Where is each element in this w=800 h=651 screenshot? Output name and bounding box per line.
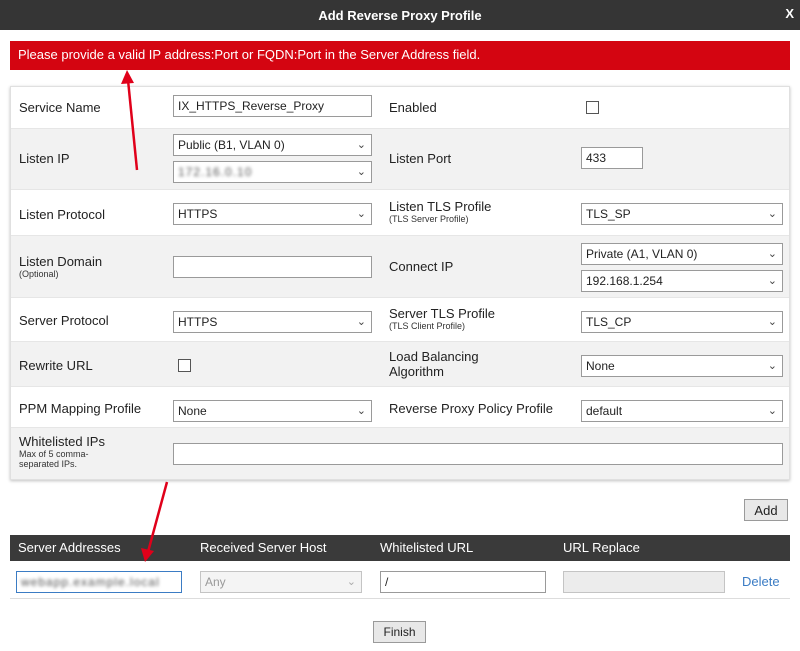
ppm-mapping-value: None bbox=[178, 404, 207, 418]
server-protocol-value: HTTPS bbox=[178, 315, 218, 329]
policy-profile-value: default bbox=[586, 404, 623, 418]
rewrite-url-label: Rewrite URL bbox=[19, 358, 93, 373]
enabled-checkbox[interactable] bbox=[586, 101, 599, 114]
form-row-listen-domain: Listen Domain (Optional) Connect IP Priv… bbox=[11, 236, 789, 298]
add-server-button[interactable]: Add bbox=[744, 499, 788, 521]
service-name-label: Service Name bbox=[19, 100, 101, 115]
policy-profile-label: Reverse Proxy Policy Profile bbox=[389, 401, 553, 416]
delete-link[interactable]: Delete bbox=[742, 574, 780, 589]
server-protocol-select[interactable]: HTTPS ⌄ bbox=[173, 311, 372, 333]
listen-ip-interface-value: Public (B1, VLAN 0) bbox=[178, 138, 285, 152]
chevron-down-icon: ⌄ bbox=[767, 275, 777, 287]
connect-ip-interface-select[interactable]: Private (A1, VLAN 0) ⌄ bbox=[581, 243, 783, 265]
whitelisted-ips-label-text: Whitelisted IPs bbox=[19, 434, 105, 449]
policy-profile-select[interactable]: default ⌄ bbox=[581, 400, 783, 422]
server-tls-value: TLS_CP bbox=[586, 315, 632, 329]
error-message: Please provide a valid IP address:Port o… bbox=[18, 47, 481, 62]
server-tls-sublabel: (TLS Client Profile) bbox=[389, 321, 466, 331]
profile-form: Service Name IX_HTTPS_Reverse_Proxy Enab… bbox=[10, 86, 790, 480]
dialog-title: Add Reverse Proxy Profile bbox=[318, 7, 482, 23]
form-row-ppm: PPM Mapping Profile None ⌄ Reverse Proxy… bbox=[11, 387, 789, 428]
chevron-down-icon: ⌄ bbox=[356, 405, 366, 417]
finish-button[interactable]: Finish bbox=[373, 621, 426, 643]
server-table-row: webapp.example.local Any ⌄ / bbox=[10, 561, 790, 599]
chevron-down-icon: ⌄ bbox=[356, 139, 366, 151]
close-button[interactable]: X bbox=[785, 6, 794, 21]
load-balancing-value: None bbox=[586, 359, 615, 373]
listen-tls-value: TLS_SP bbox=[586, 207, 631, 221]
form-row-whitelisted-ips: Whitelisted IPs Max of 5 comma-separated… bbox=[11, 428, 789, 479]
form-row-listen-ip: Listen IP Public (B1, VLAN 0) ⌄ 172.16.0… bbox=[11, 129, 789, 190]
listen-tls-label: Listen TLS Profile (TLS Server Profile) bbox=[389, 199, 491, 224]
form-row-rewrite: Rewrite URL Load Balancing Algorithm Non… bbox=[11, 342, 789, 387]
enabled-label: Enabled bbox=[389, 100, 437, 115]
connect-ip-address-value: 192.168.1.254 bbox=[586, 274, 663, 288]
listen-ip-label: Listen IP bbox=[19, 151, 70, 166]
header-server-addresses: Server Addresses bbox=[18, 540, 121, 555]
listen-tls-label-text: Listen TLS Profile bbox=[389, 199, 492, 214]
form-row-server-protocol: Server Protocol HTTPS ⌄ Server TLS Profi… bbox=[11, 298, 789, 342]
listen-port-input[interactable]: 433 bbox=[581, 147, 643, 169]
listen-tls-sublabel: (TLS Server Profile) bbox=[389, 214, 469, 224]
ppm-mapping-select[interactable]: None ⌄ bbox=[173, 400, 372, 422]
form-row-listen-protocol: Listen Protocol HTTPS ⌄ Listen TLS Profi… bbox=[11, 190, 789, 236]
whitelisted-ips-label: Whitelisted IPs Max of 5 comma-separated… bbox=[19, 434, 139, 469]
load-balancing-label: Load Balancing Algorithm bbox=[389, 349, 479, 379]
listen-protocol-value: HTTPS bbox=[178, 207, 218, 221]
dialog-titlebar: Add Reverse Proxy Profile X bbox=[0, 0, 800, 30]
server-tls-label-text: Server TLS Profile bbox=[389, 306, 495, 321]
form-row-service: Service Name IX_HTTPS_Reverse_Proxy Enab… bbox=[11, 87, 789, 129]
load-balancing-select[interactable]: None ⌄ bbox=[581, 355, 783, 377]
received-host-value: Any bbox=[205, 575, 226, 589]
server-tls-label: Server TLS Profile (TLS Client Profile) bbox=[389, 306, 495, 331]
header-url-replace: URL Replace bbox=[563, 540, 640, 555]
connect-ip-address-select[interactable]: 192.168.1.254 ⌄ bbox=[581, 270, 783, 292]
listen-port-label: Listen Port bbox=[389, 151, 452, 166]
listen-domain-sublabel: (Optional) bbox=[19, 269, 59, 279]
server-table-header: Server Addresses Received Server Host Wh… bbox=[10, 535, 790, 561]
whitelisted-url-input[interactable]: / bbox=[380, 571, 546, 593]
rewrite-url-checkbox[interactable] bbox=[178, 359, 191, 372]
chevron-down-icon: ⌄ bbox=[356, 208, 366, 220]
chevron-down-icon: ⌄ bbox=[767, 405, 777, 417]
server-protocol-label: Server Protocol bbox=[19, 313, 109, 328]
whitelisted-ips-input[interactable] bbox=[173, 443, 783, 465]
url-replace-input bbox=[563, 571, 725, 593]
ppm-mapping-label: PPM Mapping Profile bbox=[19, 401, 142, 416]
listen-domain-input[interactable] bbox=[173, 256, 372, 278]
listen-domain-label-text: Listen Domain bbox=[19, 254, 103, 269]
received-host-select[interactable]: Any ⌄ bbox=[200, 571, 362, 593]
listen-protocol-select[interactable]: HTTPS ⌄ bbox=[173, 203, 372, 225]
chevron-down-icon: ⌄ bbox=[767, 316, 777, 328]
chevron-down-icon: ⌄ bbox=[767, 248, 777, 260]
listen-ip-address-select[interactable]: 172.16.0.10 ⌄ bbox=[173, 161, 372, 183]
connect-ip-interface-value: Private (A1, VLAN 0) bbox=[586, 247, 698, 261]
connect-ip-label: Connect IP bbox=[389, 259, 454, 274]
listen-domain-label: Listen Domain (Optional) bbox=[19, 254, 102, 279]
server-address-value: webapp.example.local bbox=[21, 575, 160, 589]
error-banner: Please provide a valid IP address:Port o… bbox=[10, 41, 790, 70]
listen-ip-address-value: 172.16.0.10 bbox=[178, 165, 253, 179]
server-address-input[interactable]: webapp.example.local bbox=[16, 571, 182, 593]
whitelisted-ips-sublabel: Max of 5 comma-separated IPs. bbox=[19, 449, 89, 469]
listen-tls-select[interactable]: TLS_SP ⌄ bbox=[581, 203, 783, 225]
server-tls-select[interactable]: TLS_CP ⌄ bbox=[581, 311, 783, 333]
service-name-input[interactable]: IX_HTTPS_Reverse_Proxy bbox=[173, 95, 372, 117]
listen-protocol-label: Listen Protocol bbox=[19, 207, 105, 222]
chevron-down-icon: ⌄ bbox=[356, 166, 366, 178]
header-received-server-host: Received Server Host bbox=[200, 540, 327, 555]
chevron-down-icon: ⌄ bbox=[346, 576, 356, 588]
header-whitelisted-url: Whitelisted URL bbox=[380, 540, 474, 555]
chevron-down-icon: ⌄ bbox=[356, 316, 366, 328]
chevron-down-icon: ⌄ bbox=[767, 360, 777, 372]
listen-ip-interface-select[interactable]: Public (B1, VLAN 0) ⌄ bbox=[173, 134, 372, 156]
chevron-down-icon: ⌄ bbox=[767, 208, 777, 220]
